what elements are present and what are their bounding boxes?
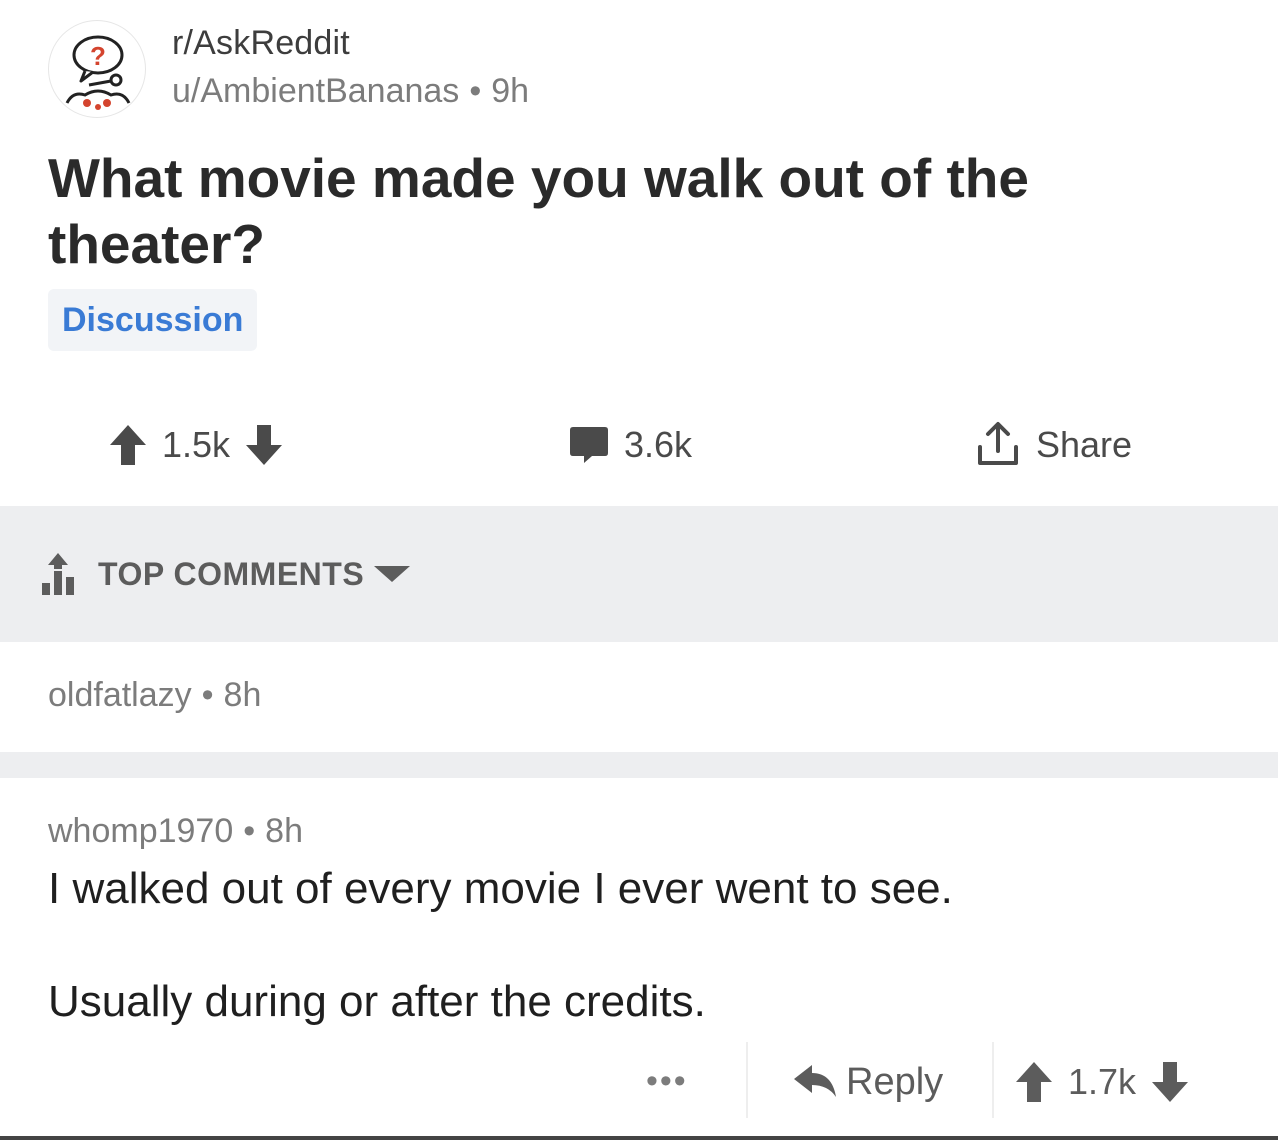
action-divider <box>746 1042 748 1118</box>
comment-meta[interactable]: whomp1970 • 8h <box>48 812 303 851</box>
post-author[interactable]: u/AmbientBananas <box>172 72 459 110</box>
share-label: Share <box>1036 424 1133 465</box>
svg-text:?: ? <box>90 41 106 71</box>
comment-body-line: Usually during or after the credits. <box>48 977 706 1026</box>
speech-bubble-icon <box>570 427 608 463</box>
askreddit-snoo-question-icon: ? <box>65 35 131 110</box>
comment-score: 1.7k <box>1068 1061 1137 1102</box>
caret-down-icon <box>374 566 411 582</box>
comment-action-bar: ••• Reply 1.7k <box>0 1042 1278 1122</box>
comment-sort-bar[interactable]: TOP COMMENTS <box>0 506 1278 642</box>
more-options-button[interactable]: ••• <box>646 1062 688 1101</box>
comment-age: 8h <box>265 812 303 850</box>
action-divider <box>992 1042 994 1118</box>
comment-age: 8h <box>223 676 262 714</box>
post-title: What movie made you walk out of the thea… <box>48 147 1029 275</box>
comments-button[interactable]: 3.6k <box>568 405 706 485</box>
comment-author[interactable]: whomp1970 <box>48 812 233 850</box>
share-upload-icon <box>978 422 1018 465</box>
post-age: 9h <box>491 72 530 110</box>
post-meta: u/AmbientBananas • 9h <box>172 72 529 111</box>
post-vote-group: 1.5k <box>108 405 284 485</box>
meta-separator: • <box>201 676 214 714</box>
comment-count: 3.6k <box>624 424 693 465</box>
reddit-thread-view: ? r/AskReddit u/AmbientBananas • 9h What m… <box>0 0 1278 1140</box>
top-bars-icon <box>42 553 74 595</box>
arrow-up-icon[interactable] <box>108 423 148 467</box>
post-action-bar: 1.5k 3.6k Share <box>0 405 1278 485</box>
post-flair[interactable]: Discussion <box>48 289 258 351</box>
comment-meta[interactable]: oldfatlazy • 8h <box>48 676 261 715</box>
comment-vote-group: 1.7k <box>1014 1042 1190 1122</box>
reply-arrow-icon <box>794 1065 836 1097</box>
arrow-up-icon[interactable] <box>1014 1060 1054 1104</box>
post-score: 1.5k <box>162 424 231 465</box>
bottom-border <box>0 1136 1278 1140</box>
arrow-down-icon[interactable] <box>1150 1060 1190 1104</box>
subreddit-avatar[interactable]: ? <box>48 20 146 118</box>
share-button[interactable]: Share <box>972 405 1146 485</box>
comment-body-line: I walked out of every movie I ever went … <box>48 864 953 913</box>
comment-author[interactable]: oldfatlazy <box>48 676 192 714</box>
reply-label: Reply <box>846 1060 944 1103</box>
sort-label: TOP COMMENTS <box>98 555 365 592</box>
meta-separator: • <box>243 812 256 850</box>
comment-divider <box>0 752 1278 778</box>
reply-button[interactable]: Reply <box>792 1042 943 1122</box>
arrow-down-icon[interactable] <box>244 423 284 467</box>
meta-separator: • <box>469 72 482 110</box>
subreddit-name[interactable]: r/AskReddit <box>172 24 350 63</box>
